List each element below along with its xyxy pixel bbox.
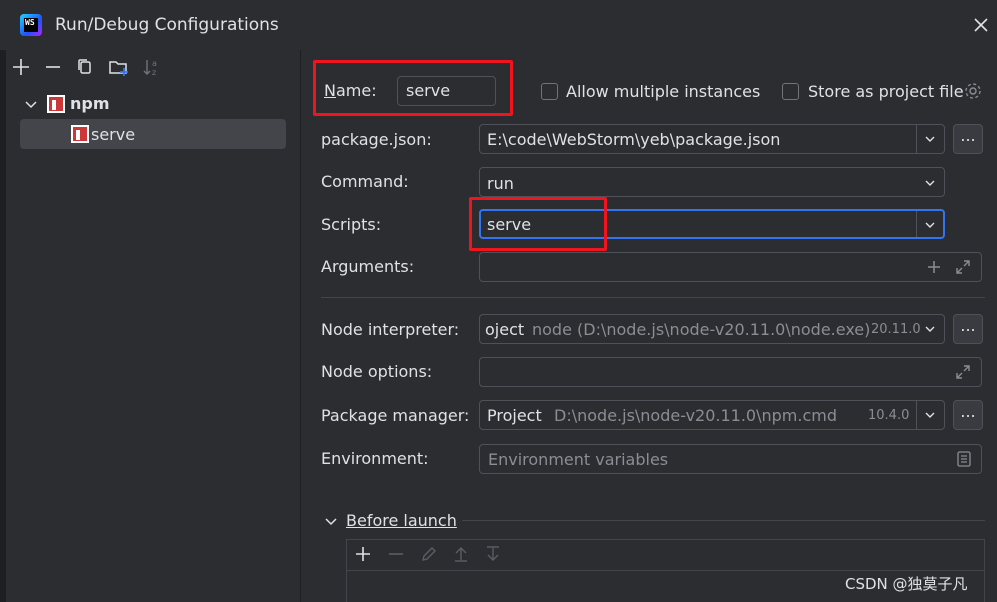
tree-item-label: serve [91,125,136,144]
move-up-icon[interactable] [452,545,470,563]
tree-item-serve[interactable] [20,119,286,149]
before-launch-toolbar-divider [347,570,984,571]
chevron-down-icon[interactable] [924,323,936,335]
chevron-down-icon[interactable] [924,409,936,421]
before-launch-label[interactable]: Before launch [346,511,457,530]
package-manager-combobox[interactable]: Project D:\node.js\node-v20.11.0\npm.cmd… [479,400,945,430]
node-options-label: Node options: [321,362,433,381]
allow-multiple-label: Allow multiple instances [566,82,761,101]
scripts-label: Scripts: [321,215,382,234]
browse-package-json-button[interactable]: ... [953,124,983,154]
package-manager-path: D:\node.js\node-v20.11.0\npm.cmd [554,406,837,425]
node-interpreter-path: node (D:\node.js\node-v20.11.0\node.exe) [532,320,871,339]
command-value: run [487,174,514,193]
browse-package-manager-button[interactable]: ... [953,400,983,430]
gear-icon[interactable] [963,81,983,101]
svg-text:a: a [152,59,157,68]
package-manager-label: Package manager: [321,406,470,425]
before-launch-divider [462,520,985,521]
command-combobox[interactable]: run [479,167,945,197]
add-icon[interactable] [354,545,372,563]
npm-icon [71,125,89,143]
highlight-box-scripts [469,197,607,251]
environment-label: Environment: [321,449,429,468]
allow-multiple-checkbox[interactable] [541,83,558,100]
package-json-label: package.json: [321,130,432,149]
store-project-label: Store as project file [808,82,964,101]
copy-icon[interactable] [74,56,96,78]
npm-icon [47,95,65,113]
node-interpreter-combobox[interactable]: oject node (D:\node.js\node-v20.11.0\nod… [479,314,945,344]
package-json-value: E:\code\WebStorm\yeb\package.json [487,130,781,149]
move-down-icon[interactable] [484,545,502,563]
chevron-down-icon[interactable] [324,513,338,527]
watermark: CSDN @独莫子凡 [845,575,968,593]
edit-list-icon[interactable] [955,450,973,468]
svg-text:z: z [152,68,156,77]
window-title: Run/Debug Configurations [55,15,279,35]
chevron-down-icon[interactable] [24,96,38,110]
command-label: Command: [321,172,409,191]
node-interpreter-prefix: oject [485,320,525,339]
chevron-down-icon[interactable] [924,133,936,145]
chevron-down-icon[interactable] [924,177,936,189]
remove-icon[interactable] [387,545,405,563]
store-project-checkbox[interactable] [782,83,799,100]
edit-icon[interactable] [420,545,438,563]
section-divider [321,297,985,298]
expand-icon[interactable] [954,258,972,276]
browse-interpreter-button[interactable]: ... [953,314,983,344]
remove-icon[interactable] [42,56,64,78]
tree-group-npm[interactable]: npm [70,94,110,113]
highlight-box-name [313,60,513,116]
arguments-field[interactable] [479,252,982,282]
node-options-field[interactable] [479,357,982,387]
package-json-combobox[interactable]: E:\code\WebStorm\yeb\package.json [479,124,945,154]
webstorm-logo-text: WS [24,18,38,32]
add-icon[interactable] [926,259,942,275]
node-interpreter-label: Node interpreter: [321,320,460,339]
add-icon[interactable] [10,56,32,78]
arguments-label: Arguments: [321,257,415,276]
sort-icon[interactable]: az [141,56,163,78]
environment-placeholder: Environment variables [488,450,669,469]
environment-field[interactable]: Environment variables [479,444,982,474]
expand-icon[interactable] [954,363,972,381]
close-icon[interactable] [968,12,994,38]
chevron-down-icon[interactable] [924,219,936,231]
node-interpreter-version: 20.11.0 [871,322,921,337]
new-folder-icon[interactable] [107,56,129,78]
package-manager-prefix: Project [487,406,542,425]
package-manager-version: 10.4.0 [868,408,910,423]
